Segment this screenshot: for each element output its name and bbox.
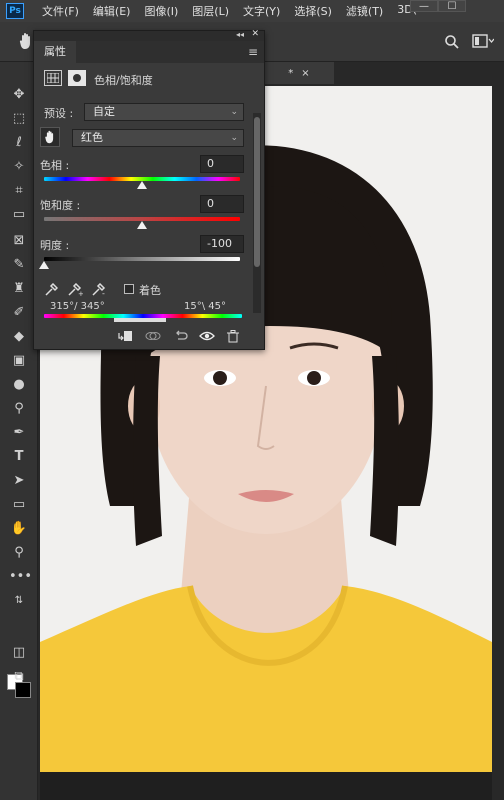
saturation-input[interactable]: 0 [200, 195, 244, 213]
range-selector[interactable] [114, 318, 166, 322]
panel-title-strip[interactable]: ◂◂ ✕ [34, 29, 264, 41]
hand-tool-icon-2[interactable]: ✋ [9, 520, 29, 538]
quick-mask-icon[interactable]: ◫ [9, 644, 29, 662]
lightness-gradient-track[interactable] [44, 257, 240, 261]
hue-label: 色相 : [40, 159, 70, 172]
channel-value: 红色 [81, 131, 103, 144]
lightness-input[interactable]: -100 [200, 235, 244, 253]
adjustment-layer-icon [44, 70, 62, 86]
visibility-eye-icon[interactable] [196, 327, 218, 345]
channel-dropdown[interactable]: 红色 ⌄ [72, 129, 244, 147]
trash-icon[interactable] [222, 327, 244, 345]
rectangle-tool-icon[interactable]: ▭ [9, 496, 29, 514]
tab-properties[interactable]: 属性 [34, 41, 76, 63]
photoshop-window: Ps 文件(F) 编辑(E) 图像(I) 图层(L) 文字(Y) 选择(S) 滤… [0, 0, 504, 800]
menu-filter[interactable]: 滤镜(T) [346, 3, 383, 19]
chevron-down-icon: ⌄ [230, 133, 238, 143]
history-brush-icon[interactable]: ✐ [9, 304, 29, 322]
path-select-icon[interactable]: ➤ [9, 472, 29, 490]
menu-items: 文件(F) 编辑(E) 图像(I) 图层(L) 文字(Y) 选择(S) 滤镜(T… [42, 3, 431, 19]
stamp-tool-icon[interactable]: ♜ [9, 280, 29, 298]
ruler-tool-icon[interactable]: ▭ [9, 206, 29, 224]
preset-value: 自定 [93, 105, 115, 118]
targeted-adjust-hand-icon[interactable] [40, 127, 60, 147]
menu-bar: Ps 文件(F) 编辑(E) 图像(I) 图层(L) 文字(Y) 选择(S) 滤… [0, 0, 504, 22]
gradient-tool-icon[interactable]: ▣ [9, 352, 29, 370]
layer-mask-icon[interactable] [68, 70, 86, 86]
menu-image[interactable]: 图像(I) [144, 3, 178, 19]
adjustment-name: 色相/饱和度 [94, 74, 153, 87]
svg-text:-: - [102, 289, 105, 297]
search-icon[interactable] [444, 34, 460, 54]
saturation-label: 饱和度 : [40, 199, 81, 212]
lightness-slider-thumb[interactable] [39, 261, 49, 269]
minimize-button[interactable]: — [410, 0, 438, 12]
swap-colors-icon[interactable]: ⇅ [9, 592, 29, 610]
frame-tool-icon[interactable]: ⊠ [9, 232, 29, 250]
zoom-tool-icon[interactable]: ⚲ [9, 544, 29, 562]
saturation-slider-thumb[interactable] [137, 221, 147, 229]
preset-label: 预设 : [44, 107, 74, 120]
panel-scroll-thumb[interactable] [254, 117, 260, 267]
eyedropper-icon[interactable] [42, 281, 60, 299]
view-previous-icon[interactable] [142, 327, 164, 345]
type-tool-icon[interactable]: T [9, 448, 29, 466]
clip-to-layer-icon[interactable] [114, 327, 136, 345]
colorize-label: 着色 [139, 284, 161, 297]
hue-slider-thumb[interactable] [137, 181, 147, 189]
marquee-tool-icon[interactable]: ⬚ [9, 110, 29, 128]
menu-select[interactable]: 选择(S) [294, 3, 332, 19]
eyedropper-add-icon[interactable]: + [66, 281, 84, 299]
close-panel-button[interactable]: ✕ [251, 29, 259, 39]
move-tool-icon[interactable]: ✥ [9, 86, 29, 104]
reset-icon[interactable] [170, 327, 192, 345]
eyedropper-subtract-icon[interactable]: - [90, 281, 108, 299]
blur-tool-icon[interactable]: ● [9, 376, 29, 394]
brush-tool-icon[interactable]: ✎ [9, 256, 29, 274]
dodge-tool-icon[interactable]: ⚲ [9, 400, 29, 418]
crop-tool-icon[interactable]: ⌗ [9, 182, 29, 200]
panel-menu-icon[interactable]: ≡ [248, 45, 258, 59]
chevron-down-icon: ⌄ [230, 107, 238, 117]
hue-input[interactable]: 0 [200, 155, 244, 173]
photoshop-logo: Ps [6, 3, 24, 19]
range-left-readout: 315°/ 345° [50, 301, 105, 312]
colorize-checkbox[interactable] [124, 284, 134, 294]
magic-wand-icon[interactable]: ✧ [9, 158, 29, 176]
menu-layer[interactable]: 图层(L) [192, 3, 229, 19]
panel-scrollbar[interactable] [253, 113, 261, 313]
eraser-tool-icon[interactable]: ◆ [9, 328, 29, 346]
document-tab-modified: * [288, 67, 294, 79]
menu-type[interactable]: 文字(Y) [243, 3, 280, 19]
svg-text:+: + [78, 290, 83, 297]
range-right-readout: 15°\ 45° [184, 301, 226, 312]
pen-tool-icon[interactable]: ✒ [9, 424, 29, 442]
lightness-label: 明度 : [40, 239, 70, 252]
maximize-button[interactable]: ☐ [438, 0, 466, 12]
hand-tool-icon[interactable] [18, 32, 34, 54]
document-tab-close[interactable]: × [301, 68, 309, 79]
workspace-icon[interactable] [472, 34, 495, 52]
preset-dropdown[interactable]: 自定 ⌄ [84, 103, 244, 121]
more-tools-icon[interactable]: ••• [9, 568, 32, 586]
document-tab[interactable]: * × [264, 62, 334, 84]
canvas-bottom-bar [40, 772, 492, 800]
lasso-tool-icon[interactable]: ℓ [9, 134, 29, 152]
properties-panel[interactable]: ◂◂ ✕ 属性 ≡ 色相/饱和度 预设 : 自定 ⌄ 红色 ⌄ 色相: 0 饱… [33, 29, 265, 350]
properties-tab-bar: 属性 ≡ [34, 41, 264, 63]
menu-edit[interactable]: 编辑(E) [93, 3, 131, 19]
menu-file[interactable]: 文件(F) [42, 3, 79, 19]
collapse-panel-button[interactable]: ◂◂ [236, 30, 244, 39]
screen-mode-icon[interactable]: ⧉ [9, 668, 29, 686]
adjustment-header: 色相/饱和度 [34, 67, 264, 89]
